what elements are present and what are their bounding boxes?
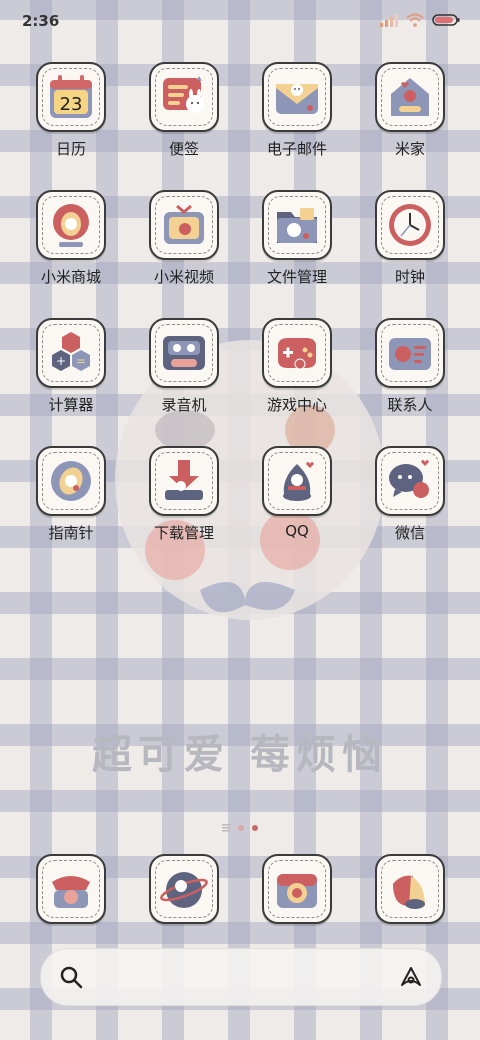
app-wechat[interactable]: 微信 bbox=[354, 446, 466, 543]
app-tile[interactable] bbox=[262, 318, 332, 388]
app-tile[interactable] bbox=[262, 446, 332, 516]
app-tile[interactable]: + = bbox=[36, 318, 106, 388]
app-label: 小米商城 bbox=[40, 268, 101, 286]
app-label: 电子邮件 bbox=[266, 140, 327, 158]
home-icon bbox=[391, 78, 429, 116]
status-icons bbox=[380, 13, 460, 27]
app-tile[interactable] bbox=[149, 318, 219, 388]
wechat-icon bbox=[389, 460, 429, 498]
signal-icon bbox=[380, 14, 398, 27]
app-calendar[interactable]: 23 日历 bbox=[15, 62, 127, 159]
search-bar[interactable] bbox=[40, 948, 442, 1006]
email-icon bbox=[276, 84, 318, 114]
app-label: 游戏中心 bbox=[266, 396, 327, 414]
app-game-center[interactable]: 游戏中心 bbox=[241, 318, 353, 415]
status-time: 2:36 bbox=[22, 12, 60, 30]
app-label: 米家 bbox=[394, 140, 425, 158]
calendar-day: 23 bbox=[60, 94, 83, 115]
message-icon bbox=[393, 875, 425, 909]
battery-icon bbox=[432, 14, 460, 26]
app-tile[interactable] bbox=[262, 854, 332, 924]
dock-app-camera[interactable] bbox=[241, 854, 353, 924]
app-mijia[interactable]: 米家 bbox=[354, 62, 466, 159]
app-label: 录音机 bbox=[161, 396, 207, 414]
browser-icon bbox=[160, 872, 208, 908]
app-tile[interactable] bbox=[375, 854, 445, 924]
app-tile[interactable] bbox=[36, 190, 106, 260]
dock-app-messages[interactable] bbox=[354, 854, 466, 924]
app-label: 下载管理 bbox=[153, 524, 214, 542]
app-label: 计算器 bbox=[48, 396, 94, 414]
app-tile[interactable] bbox=[36, 446, 106, 516]
dock-app-phone[interactable] bbox=[15, 854, 127, 924]
app-tile[interactable] bbox=[36, 854, 106, 924]
app-tile[interactable] bbox=[375, 318, 445, 388]
page-indicator[interactable] bbox=[0, 824, 480, 832]
app-notes[interactable]: 便签 bbox=[128, 62, 240, 159]
wifi-icon bbox=[406, 13, 424, 27]
app-contacts[interactable]: 联系人 bbox=[354, 318, 466, 415]
status-bar: 2:36 bbox=[0, 0, 480, 40]
tv-icon bbox=[164, 204, 204, 244]
gamepad-icon bbox=[278, 338, 316, 370]
app-qq[interactable]: QQ bbox=[241, 446, 353, 540]
clock-icon bbox=[389, 204, 431, 246]
app-tile[interactable] bbox=[262, 62, 332, 132]
app-tile[interactable]: 23 bbox=[36, 62, 106, 132]
menu-lines-icon bbox=[222, 824, 230, 832]
app-calculator[interactable]: + = 计算器 bbox=[15, 318, 127, 415]
search-icon[interactable] bbox=[59, 965, 83, 989]
camera-icon bbox=[277, 874, 317, 908]
app-tile[interactable] bbox=[149, 854, 219, 924]
svg-text:=: = bbox=[76, 354, 86, 368]
app-tile[interactable] bbox=[375, 190, 445, 260]
app-compass[interactable]: 指南针 bbox=[15, 446, 127, 543]
compass-icon bbox=[51, 461, 91, 501]
app-tile[interactable] bbox=[149, 446, 219, 516]
wallpaper-slogan: 超可爱 莓烦恼 bbox=[92, 732, 388, 778]
voice-assistant-icon[interactable] bbox=[399, 965, 423, 989]
store-icon bbox=[53, 204, 89, 247]
app-email[interactable]: 电子邮件 bbox=[241, 62, 353, 159]
app-recorder[interactable]: 录音机 bbox=[128, 318, 240, 415]
notes-icon bbox=[163, 76, 204, 113]
app-download-manager[interactable]: 下载管理 bbox=[128, 446, 240, 543]
app-label: 日历 bbox=[55, 140, 86, 158]
app-label: 便签 bbox=[168, 140, 199, 158]
app-tile[interactable] bbox=[149, 62, 219, 132]
folder-icon bbox=[277, 208, 317, 243]
app-tile[interactable] bbox=[375, 62, 445, 132]
dock-app-browser[interactable] bbox=[128, 854, 240, 924]
contacts-icon bbox=[389, 338, 431, 370]
page-dot-active[interactable] bbox=[252, 825, 258, 831]
app-label: 小米视频 bbox=[153, 268, 214, 286]
app-mi-video[interactable]: 小米视频 bbox=[128, 190, 240, 287]
calendar-icon: 23 bbox=[50, 75, 92, 118]
app-tile[interactable] bbox=[375, 446, 445, 516]
svg-text:+: + bbox=[56, 354, 66, 368]
phone-icon bbox=[52, 876, 90, 908]
app-file-manager[interactable]: 文件管理 bbox=[241, 190, 353, 287]
app-tile[interactable] bbox=[149, 190, 219, 260]
recorder-icon bbox=[163, 336, 205, 370]
app-label: 微信 bbox=[394, 524, 425, 542]
qq-icon bbox=[283, 462, 314, 501]
calculator-icon: + = bbox=[52, 332, 90, 371]
download-icon bbox=[165, 460, 203, 500]
app-clock[interactable]: 时钟 bbox=[354, 190, 466, 287]
app-label: 指南针 bbox=[48, 524, 94, 542]
app-label: 联系人 bbox=[387, 396, 433, 414]
app-label: 文件管理 bbox=[266, 268, 327, 286]
dock bbox=[15, 854, 465, 934]
app-label: 时钟 bbox=[394, 268, 425, 286]
app-tile[interactable] bbox=[262, 190, 332, 260]
app-label: QQ bbox=[285, 522, 309, 540]
page-dot[interactable] bbox=[238, 825, 244, 831]
app-mi-store[interactable]: 小米商城 bbox=[15, 190, 127, 287]
